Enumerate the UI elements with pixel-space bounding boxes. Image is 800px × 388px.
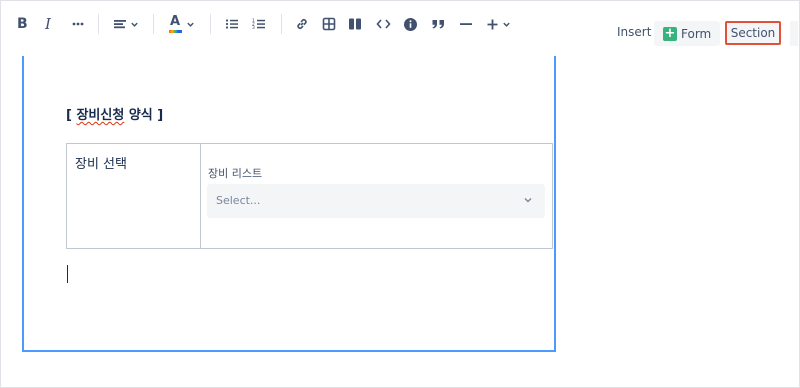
more-formatting-button[interactable] [71,13,85,35]
form-heading: [ 장비신청 양식 ] [66,104,163,123]
equipment-select-label: 장비 선택 [75,157,127,172]
chevron-down-icon [524,198,532,203]
alignment-dropdown[interactable] [113,13,139,35]
equipment-select-dropdown[interactable]: Select... [207,184,545,218]
numbered-list-icon: 123 [252,18,265,31]
divider-icon [460,23,472,25]
code-button[interactable] [376,13,391,35]
text-color-letter: A [170,14,181,29]
chevron-down-icon [131,22,138,27]
bold-icon: B [17,16,28,32]
plus-square-icon: + [663,26,677,41]
select-placeholder: Select... [216,194,261,207]
section-button[interactable]: Section [725,21,781,45]
toolbar-divider [210,14,211,34]
section-button-label: Section [730,26,776,40]
chevron-down-icon [187,22,194,27]
toolbar-divider [98,14,99,34]
form-button[interactable]: + Form [654,21,720,46]
code-icon [376,19,391,29]
misspelled-word[interactable]: 장비신청 [76,108,124,123]
form-button-label: Form [681,26,712,41]
chevron-down-icon [503,22,510,27]
toolbar-divider [153,14,154,34]
italic-button[interactable]: I [45,13,51,35]
form-heading-text: [ 장비신청 양식 ] [66,108,164,123]
divider-button[interactable] [459,13,473,35]
link-icon [297,19,307,29]
plus-icon [487,19,498,29]
bullet-list-button[interactable] [225,13,239,35]
info-icon [404,17,417,31]
quote-button[interactable] [431,13,446,35]
table-button[interactable] [322,13,336,35]
svg-text:3: 3 [252,25,255,31]
table-icon [322,17,336,31]
text-cursor [67,265,68,283]
info-panel-button[interactable] [403,13,418,35]
italic-icon: I [45,15,51,33]
insert-more-dropdown[interactable] [486,13,511,35]
toolbar-divider [281,14,282,34]
color-bar [169,30,182,33]
link-button[interactable] [295,13,309,35]
layout-columns-icon [349,18,361,30]
text-color-icon: A [169,14,182,34]
layout-button[interactable] [348,13,362,35]
table-cell-label[interactable]: 장비 선택 [67,144,201,248]
overflow-button-edge[interactable] [790,21,798,46]
align-left-icon [114,20,126,29]
equipment-list-label: 장비 리스트 [208,167,263,180]
more-icon [72,22,84,26]
quote-icon [432,20,444,29]
numbered-list-button[interactable]: 123 [252,13,266,35]
insert-label: Insert [617,25,652,39]
bullet-list-icon [225,19,238,29]
text-color-dropdown[interactable]: A [169,13,195,35]
bold-button[interactable]: B [17,13,28,35]
